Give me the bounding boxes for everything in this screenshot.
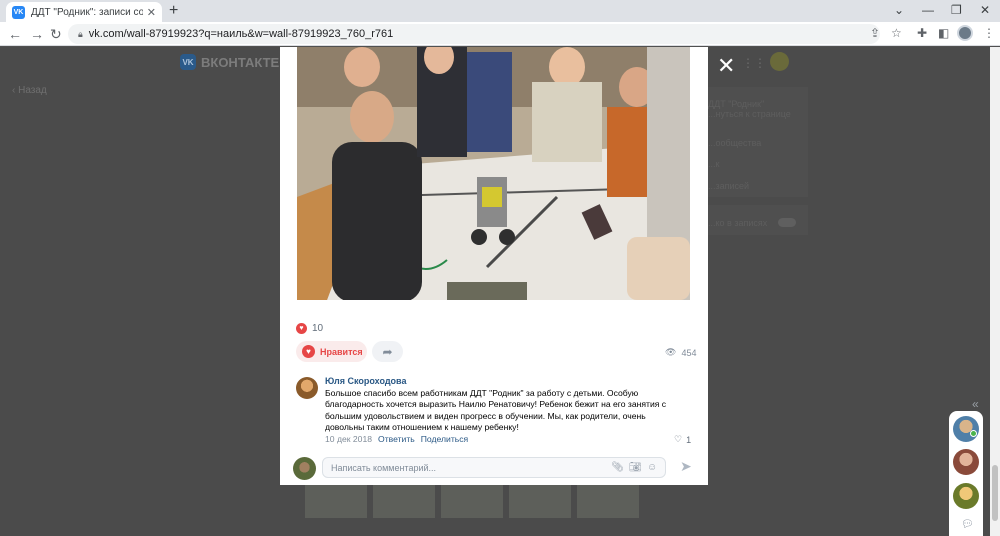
heart-icon: ♥ (296, 323, 307, 334)
share-page-icon[interactable]: ⇪ (870, 26, 880, 40)
window-close-icon[interactable]: ✕ (980, 3, 990, 17)
share-link[interactable]: Поделиться (421, 434, 468, 444)
emoji-icon[interactable]: ☺ (647, 462, 657, 473)
comment-date[interactable]: 10 дек 2018 (325, 434, 372, 444)
forward-arrow-icon[interactable]: → (30, 26, 44, 42)
close-modal-icon[interactable]: ✕ (717, 55, 735, 77)
address-bar[interactable]: 🔒︎ vk.com/wall-87919923?q=наиль&w=wall-8… (68, 24, 880, 44)
likes-count: 10 (312, 323, 324, 334)
back-link[interactable]: ‹ Назад (12, 85, 47, 96)
profile-avatar[interactable] (957, 25, 973, 41)
vk-favicon-icon: VK (12, 5, 25, 19)
url-text: vk.com/wall-87919923?q=наиль&w=wall-8791… (88, 28, 394, 40)
views-counter: 👁︎ 454 (665, 347, 696, 358)
lock-icon: 🔒︎ (78, 28, 83, 39)
bookmark-star-icon[interactable]: ☆ (891, 26, 902, 40)
menu-dots-icon[interactable]: ⋮ (983, 26, 995, 40)
robotics-photo (297, 47, 690, 300)
comment-like-button[interactable]: ♡ 1 (674, 434, 691, 445)
collapse-chevron-icon[interactable]: « (972, 397, 979, 411)
browser-tabbar: VK ДДТ "Родник": записи сообщест ✕ + ⌄ —… (0, 0, 1000, 22)
current-user-avatar (293, 457, 316, 480)
chat-avatar[interactable] (953, 449, 979, 475)
reload-icon[interactable]: ↻ (50, 26, 62, 42)
paperclip-icon[interactable]: 📎︎ (611, 462, 624, 473)
new-tab-icon[interactable]: + (169, 2, 178, 20)
vk-logo[interactable]: VK ВКОНТАКТЕ (180, 54, 279, 70)
like-button-label: Нравится (320, 346, 363, 357)
browser-tab[interactable]: VK ДДТ "Родник": записи сообщест ✕ (6, 2, 162, 22)
online-indicator (970, 430, 977, 437)
restore-icon[interactable]: ❐ (951, 3, 962, 17)
side-text[interactable]: ...записей (708, 181, 749, 191)
side-text[interactable]: ...ообщества (708, 138, 761, 148)
side-text[interactable]: ...к (708, 159, 719, 169)
heart-icon: ♥ (302, 345, 315, 358)
page-user-avatar[interactable] (770, 52, 789, 71)
tab-search-icon[interactable]: ⌄ (894, 3, 904, 17)
chat-avatar[interactable] (953, 416, 979, 442)
reply-link[interactable]: Ответить (378, 434, 415, 444)
comment-text: Большое спасибо всем работникам ДДТ "Род… (325, 388, 667, 433)
comment-input[interactable] (331, 462, 601, 473)
apps-grid-icon[interactable]: ⋮⋮ (742, 56, 766, 70)
tab-title: ДДТ "Родник": записи сообщест (31, 6, 143, 18)
views-count: 454 (681, 347, 697, 358)
side-text: ДДТ "Родник" (708, 99, 765, 109)
comment-input-box[interactable]: 📎︎ 📷︎ ☺ (322, 457, 666, 478)
like-button[interactable]: ♥ Нравится (296, 341, 367, 362)
send-icon[interactable]: ➤ (680, 458, 692, 475)
likes-summary[interactable]: ♥ 10 (296, 323, 323, 334)
thumb-image[interactable] (305, 484, 367, 518)
eye-icon: 👁︎ (665, 347, 677, 357)
extensions-icon[interactable]: ✚ (917, 26, 927, 40)
comment-author-avatar[interactable] (296, 377, 318, 399)
thumb-image[interactable] (441, 484, 503, 518)
back-arrow-icon[interactable]: ← (8, 26, 22, 42)
camera-icon[interactable]: 📷︎ (629, 462, 642, 473)
chat-avatar[interactable] (953, 483, 979, 509)
search-toggle[interactable] (778, 218, 796, 227)
comment-meta: 10 дек 2018 Ответить Поделиться (325, 434, 468, 444)
scroll-thumb[interactable] (992, 465, 998, 521)
tab-close-icon[interactable]: ✕ (147, 6, 156, 19)
side-text: ...ко в записях (708, 218, 768, 228)
chat-bubble-icon[interactable]: 💬︎ (961, 519, 974, 530)
comment-author-name[interactable]: Юля Скороходова (325, 376, 406, 386)
share-button[interactable]: ➦ (372, 341, 403, 362)
comment-likes-count: 1 (686, 434, 692, 445)
photo-thumbs (305, 484, 639, 518)
vk-logo-text: ВКОНТАКТЕ (201, 54, 280, 70)
page-scrollbar[interactable] (990, 47, 1000, 536)
vk-logo-icon: VK (180, 54, 196, 70)
thumb-image[interactable] (373, 484, 435, 518)
heart-outline-icon: ♡ (674, 434, 683, 444)
minimize-icon[interactable]: — (922, 3, 934, 17)
post-modal: ♥ 10 ♥ Нравится ➦ 👁︎ 454 Юля Скороходова… (280, 47, 708, 485)
browser-toolbar: ← → ↻ 🔒︎ vk.com/wall-87919923?q=наиль&w=… (0, 22, 1000, 46)
post-photo[interactable] (297, 47, 690, 300)
side-panel-icon[interactable]: ◧ (938, 26, 949, 40)
chat-avatars-panel: 💬︎ (949, 411, 983, 536)
back-label: Назад (18, 85, 47, 96)
thumb-image[interactable] (577, 484, 639, 518)
thumb-image[interactable] (509, 484, 571, 518)
share-arrow-icon: ➦ (382, 344, 393, 359)
side-text[interactable]: ...нуться к странице (708, 109, 791, 119)
